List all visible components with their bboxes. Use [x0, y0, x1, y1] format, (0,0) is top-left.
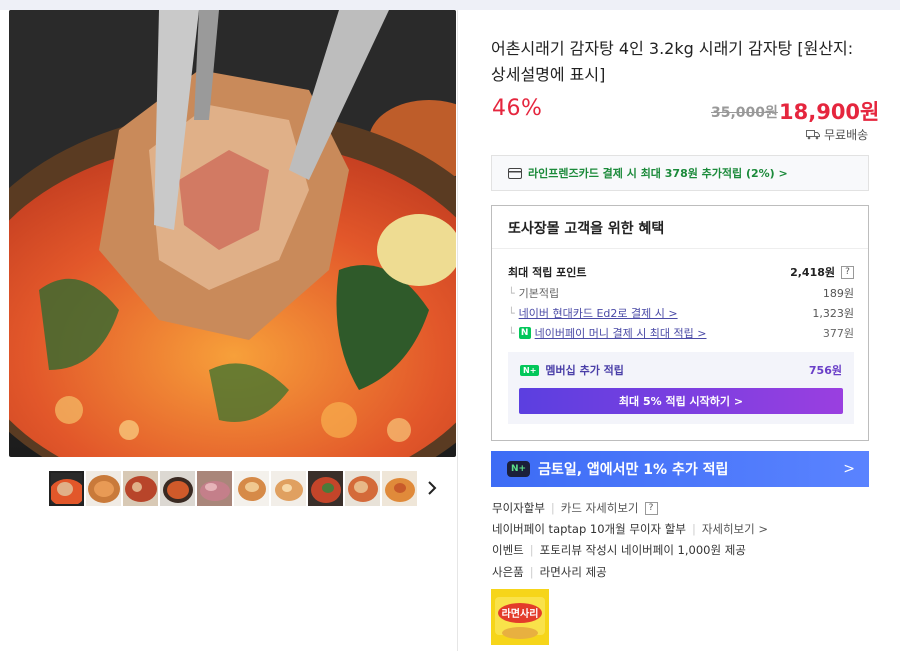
thumbnail-10[interactable]	[382, 471, 417, 506]
gift-label: 사은품	[492, 565, 524, 579]
separator: |	[691, 522, 696, 536]
branch-icon: └	[508, 286, 515, 300]
basic-points-value: 189원	[822, 287, 854, 300]
membership-label: 멤버십 추가 적립	[545, 364, 624, 377]
app-promo-banner[interactable]: N+ 금토일, 앱에서만 1% 추가 적립 >	[491, 451, 869, 487]
card-offer-text: 라인프렌즈카드 결제 시 최대 378원 추가적립 (2%) >	[528, 167, 788, 180]
card-points-row[interactable]: └ 네이버 현대카드 Ed2로 결제 시 > 1,323원	[508, 305, 854, 321]
npay-points-value: 377원	[822, 327, 854, 340]
thumbnail-strip	[49, 471, 417, 506]
taptap-details-link[interactable]: 자세히보기 >	[702, 521, 768, 537]
thumbnail-2[interactable]	[86, 471, 121, 506]
naver-plus-icon: N+	[520, 364, 540, 376]
ramen-package-icon: 라면사리	[491, 589, 549, 645]
original-price: 35,000원	[711, 105, 778, 121]
benefits-divider	[492, 248, 868, 249]
card-points-value: 1,323원	[812, 307, 854, 320]
stew-photo-icon	[9, 10, 456, 457]
shipping-label: 무료배송	[824, 128, 869, 142]
membership-value: 756원	[808, 364, 842, 377]
installment-label: 무이자할부	[492, 501, 545, 515]
product-title: 어촌시래기 감자탕 4인 3.2kg 시래기 감자탕 [원산지: 상세설명에 표…	[491, 39, 854, 84]
npay-icon: N	[518, 327, 531, 339]
card-details-link[interactable]: 카드 자세히보기	[561, 500, 639, 516]
thumbnail-6[interactable]	[234, 471, 269, 506]
promo-text: 금토일, 앱에서만 1% 추가 적립	[538, 462, 729, 478]
benefits-title: 또사장몰 고객을 위한 혜택	[508, 221, 665, 237]
thumbnail-3[interactable]	[123, 471, 158, 506]
truck-icon	[806, 130, 820, 140]
gift-image[interactable]: 라면사리	[491, 589, 549, 645]
max-points-row: 최대 적립 포인트 2,418원 ?	[508, 264, 854, 280]
membership-start-button[interactable]: 최대 5% 적립 시작하기 >	[519, 388, 843, 414]
separator: |	[550, 501, 555, 515]
thumbnail-1[interactable]	[49, 471, 84, 506]
membership-row: N+ 멤버십 추가 적립 756원	[520, 362, 842, 378]
discount-rate: 46%	[492, 96, 543, 121]
max-points-help-button[interactable]: ?	[841, 265, 854, 279]
card-icon	[508, 167, 522, 179]
thumbnail-4[interactable]	[160, 471, 195, 506]
benefits-panel: 또사장몰 고객을 위한 혜택 최대 적립 포인트 2,418원 ? └ 기본적립…	[491, 205, 869, 441]
sale-price: 18,900원	[779, 100, 880, 124]
branch-icon: └	[508, 306, 515, 320]
branch-icon: └	[508, 326, 515, 340]
shipping-info: 무료배송	[806, 126, 868, 143]
npay-points-link[interactable]: 네이버페이 머니 결제 시 최대 적립 >	[535, 325, 707, 341]
event-row: 이벤트 | 포토리뷰 작성시 네이버페이 1,000원 제공	[492, 542, 746, 558]
thumbnail-7[interactable]	[271, 471, 306, 506]
installment-help-button[interactable]: ?	[644, 501, 658, 515]
naver-plus-icon: N+	[507, 461, 531, 477]
chevron-right-icon	[428, 481, 437, 495]
thumbnail-9[interactable]	[345, 471, 380, 506]
thumbnail-next-button[interactable]	[422, 476, 442, 500]
basic-points-label: 기본적립	[518, 287, 560, 300]
main-product-image[interactable]	[9, 10, 456, 457]
thumbnail-5[interactable]	[197, 471, 232, 506]
taptap-row: 네이버페이 taptap 10개월 무이자 할부 | 자세히보기 >	[492, 521, 768, 537]
gift-row: 사은품 | 라면사리 제공	[492, 564, 607, 580]
separator: |	[529, 565, 534, 579]
card-offer-banner[interactable]: 라인프렌즈카드 결제 시 최대 378원 추가적립 (2%) >	[491, 155, 869, 191]
gift-text: 라면사리 제공	[539, 565, 607, 579]
event-label: 이벤트	[492, 543, 524, 557]
taptap-text: 네이버페이 taptap 10개월 무이자 할부	[492, 522, 686, 536]
membership-box: N+ 멤버십 추가 적립 756원 최대 5% 적립 시작하기 >	[508, 352, 854, 424]
separator: |	[529, 543, 534, 557]
max-points-value: 2,418원	[790, 266, 835, 279]
top-bar	[0, 0, 900, 10]
event-text: 포토리뷰 작성시 네이버페이 1,000원 제공	[539, 543, 746, 557]
installment-row: 무이자할부 | 카드 자세히보기 ?	[492, 500, 658, 516]
basic-points-row: └ 기본적립 189원	[508, 285, 854, 301]
thumbnail-8[interactable]	[308, 471, 343, 506]
npay-points-row[interactable]: └ N 네이버페이 머니 결제 시 최대 적립 > 377원	[508, 325, 854, 341]
column-divider	[457, 10, 458, 651]
chevron-right-icon: >	[843, 461, 855, 477]
card-points-link[interactable]: 네이버 현대카드 Ed2로 결제 시 >	[519, 305, 678, 321]
svg-text:라면사리: 라면사리	[502, 607, 539, 620]
max-points-label: 최대 적립 포인트	[508, 266, 587, 279]
